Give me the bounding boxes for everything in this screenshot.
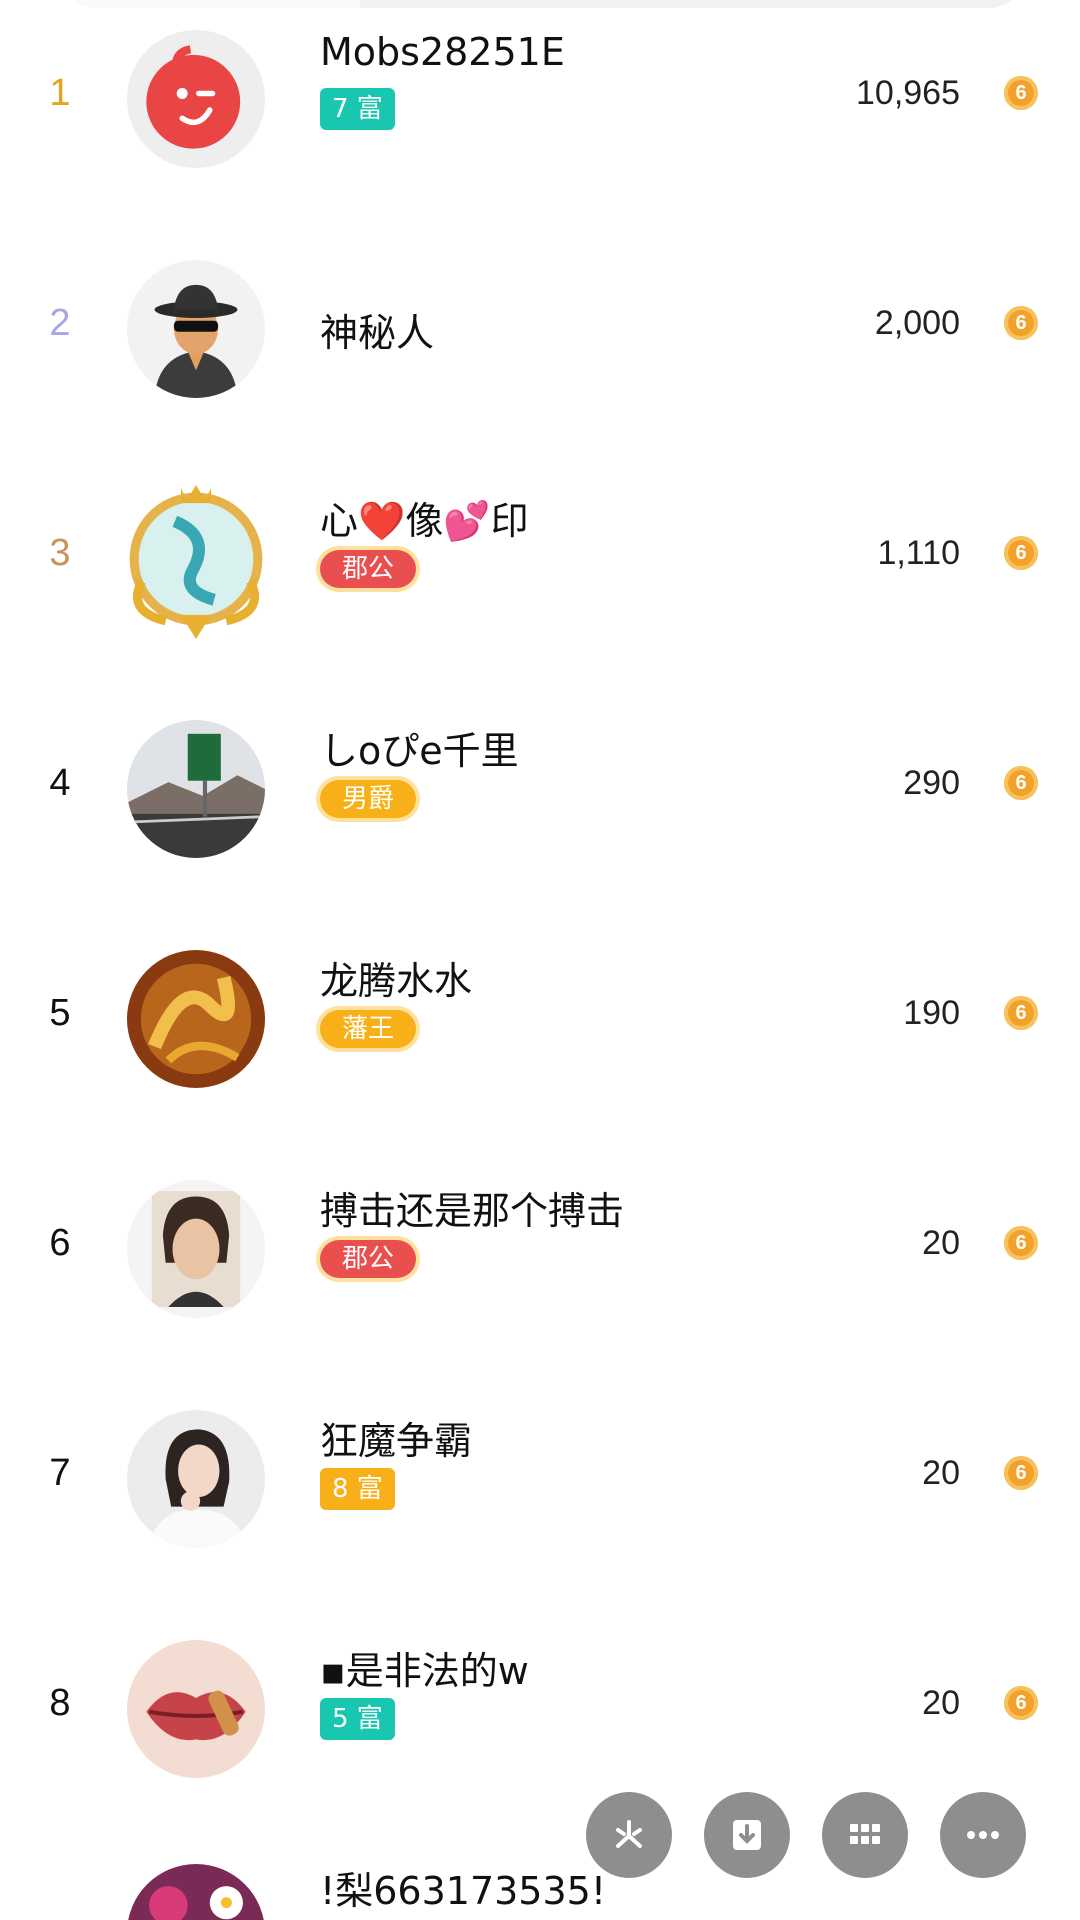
gift-score: 2,000 [874,304,960,342]
coin-icon: 6 [1004,766,1038,800]
lips-photo [127,1640,265,1778]
road-sign-photo [127,720,265,858]
wealth-level-badge: 8 富 [320,1468,395,1510]
table-row[interactable]: 7 狂魔争霸 8 富 20 6 [0,1380,1080,1610]
gift-score: 290 [903,764,960,802]
gift-score: 20 [922,1224,960,1262]
download-button[interactable] [704,1792,790,1878]
noble-title-badge: 藩王 [320,1010,417,1048]
table-row[interactable]: 8 ▪是非法的w 5 富 20 6 [0,1610,1080,1840]
coin-icon: 6 [1004,76,1038,110]
share-icon [616,1820,642,1848]
golden-dragon-photo [127,950,265,1088]
table-row[interactable]: 6 搏击还是那个搏击 郡公 20 6 [0,1150,1080,1380]
gift-score: 20 [922,1454,960,1492]
rank-number: 5 [49,992,71,1034]
coin-icon: 6 [1004,996,1038,1030]
leaderboard-list: 1 Mobs28251E 7 富 10,965 6 2 神秘人 2,000 6 … [0,0,1080,1920]
user-name: 心❤️像💕印 [320,499,529,543]
coin-icon: 6 [1004,536,1038,570]
user-name: 狂魔争霸 [320,1419,473,1463]
woman-photo [127,1410,265,1548]
avatar[interactable] [127,1640,265,1778]
user-name: 龙腾水水 [320,959,473,1003]
noble-title-badge: 郡公 [320,1240,417,1278]
user-name: !梨663173535! [320,1869,607,1913]
table-row[interactable]: 4 しoぴe千里 男爵 290 6 [0,690,1080,920]
download-icon [733,1820,761,1850]
coin-icon: 6 [1004,306,1038,340]
avatar[interactable] [127,260,265,398]
rank-number: 3 [49,532,71,574]
avatar[interactable] [127,720,265,858]
grid-icon [850,1824,880,1844]
avatar[interactable] [127,1180,265,1318]
wealth-level-badge: 5 富 [320,1698,395,1740]
wealth-level-badge: 7 富 [320,88,395,130]
share-button[interactable] [586,1792,672,1878]
rank-number: 2 [49,302,71,344]
rank-number: 7 [49,1452,71,1494]
avatar[interactable] [127,1410,265,1548]
gift-score: 190 [903,994,960,1032]
table-row[interactable]: 2 神秘人 2,000 6 [0,230,1080,460]
gift-score: 20 [922,1684,960,1722]
coin-icon: 6 [1004,1226,1038,1260]
avatar[interactable] [120,476,272,642]
gift-score: 10,965 [856,74,960,112]
noble-title-badge: 郡公 [320,550,417,588]
rank-number: 6 [49,1222,71,1264]
flower-photo [127,1864,265,1920]
table-row[interactable]: 5 龙腾水水 藩王 190 6 [0,920,1080,1150]
wink-face-icon [127,30,265,168]
coin-icon: 6 [1004,1456,1038,1490]
user-name: しoぴe千里 [320,729,519,773]
table-row[interactable]: 3 心❤️像💕印 郡公 1,110 6 [0,460,1080,690]
user-name: 神秘人 [320,311,435,355]
grid-button[interactable] [822,1792,908,1878]
table-row[interactable]: 1 Mobs28251E 7 富 10,965 6 [0,0,1080,230]
dragon-frame-icon [129,485,263,639]
coin-icon: 6 [1004,1686,1038,1720]
user-name: 搏击还是那个搏击 [320,1189,625,1233]
user-name: ▪是非法的w [320,1649,529,1693]
rank-number: 8 [49,1682,71,1724]
user-name: Mobs28251E [320,30,565,74]
rank-number: 1 [49,72,71,114]
rank-number: 4 [49,762,71,804]
gift-score: 1,110 [877,534,960,572]
portrait-photo [127,1180,265,1318]
noble-title-badge: 男爵 [320,780,417,818]
avatar[interactable] [127,30,265,168]
avatar[interactable] [127,950,265,1088]
table-row[interactable]: !梨663173535! [0,1840,1080,1920]
spy-icon [127,260,265,398]
more-button[interactable] [940,1792,1026,1878]
avatar[interactable] [127,1864,265,1920]
more-icon [967,1831,999,1839]
